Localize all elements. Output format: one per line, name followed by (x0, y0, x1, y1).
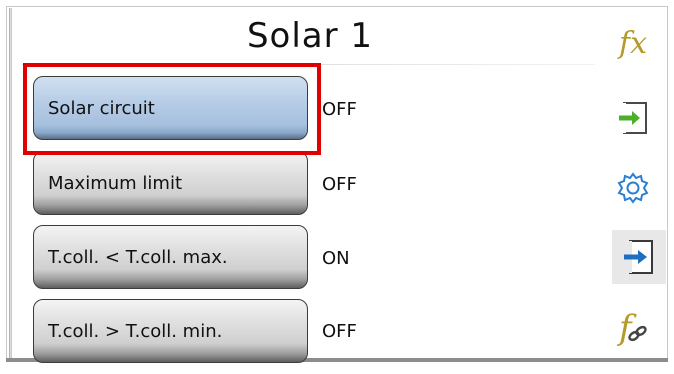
fx-glyph: fx (618, 25, 648, 61)
solar-circuit-button[interactable]: Solar circuit (33, 76, 308, 140)
left-edge (9, 8, 12, 362)
tcoll-max-label: T.coll. < T.coll. max. (48, 246, 228, 268)
tcoll-min-button[interactable]: T.coll. > T.coll. min. (33, 299, 308, 363)
solar-circuit-label: Solar circuit (48, 97, 155, 119)
solar-circuit-status: OFF (322, 99, 357, 120)
tcoll-min-label: T.coll. > T.coll. min. (48, 320, 223, 342)
tcoll-min-status: OFF (322, 321, 357, 342)
title-divider (22, 64, 595, 65)
output-arrow-icon[interactable] (612, 230, 666, 284)
maximum-limit-status: OFF (322, 174, 357, 195)
input-arrow-icon[interactable] (610, 95, 656, 141)
svg-text:f: f (616, 308, 637, 348)
maximum-limit-button[interactable]: Maximum limit (33, 151, 308, 215)
maximum-limit-label: Maximum limit (48, 172, 183, 194)
page-title: Solar 1 (246, 16, 374, 56)
tcoll-max-status: ON (322, 248, 350, 269)
function-fx-icon[interactable]: fx (610, 20, 656, 66)
tcoll-max-button[interactable]: T.coll. < T.coll. max. (33, 225, 308, 289)
function-link-icon[interactable]: f (610, 305, 656, 351)
gear-icon[interactable] (610, 165, 656, 211)
